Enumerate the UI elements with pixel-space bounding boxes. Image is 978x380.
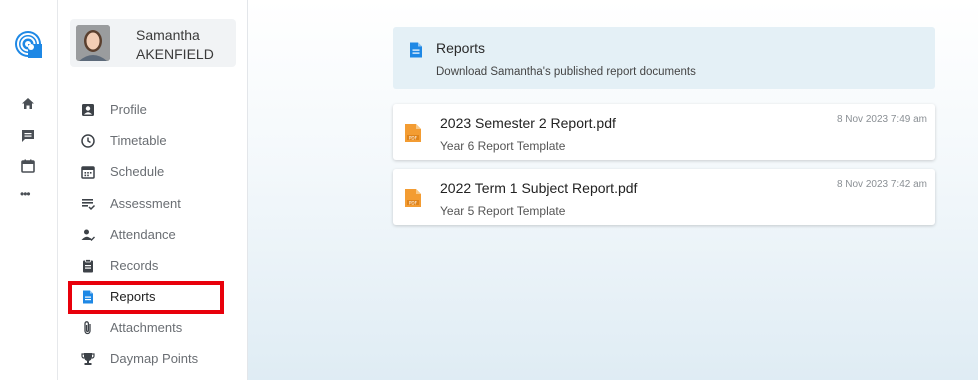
daymap-logo-icon[interactable] [14, 30, 42, 58]
more-icon[interactable]: ••• [20, 186, 36, 202]
trophy-icon [81, 353, 95, 365]
main-content: Reports Download Samantha's published re… [248, 0, 978, 380]
clipboard-icon [83, 259, 93, 273]
pdf-file-icon: PDF [405, 189, 421, 207]
home-icon[interactable] [20, 96, 36, 112]
reports-header: Reports Download Samantha's published re… [393, 27, 935, 89]
report-template-name: Year 6 Report Template [440, 139, 566, 153]
assessment-list-icon [82, 199, 96, 211]
app-rail: ••• [0, 0, 58, 380]
clock-icon [81, 134, 95, 148]
message-icon[interactable] [20, 128, 36, 144]
report-file-name[interactable]: 2023 Semester 2 Report.pdf [440, 115, 616, 131]
nav-item-records[interactable]: Records [70, 252, 230, 280]
nav-item-schedule[interactable]: Schedule [70, 158, 230, 186]
student-last-name: AKENFIELD [136, 46, 214, 62]
svg-text:PDF: PDF [409, 135, 418, 140]
page-title: Reports [436, 40, 486, 56]
nav-item-assessment[interactable]: Assessment [70, 190, 230, 218]
paperclip-icon [84, 321, 91, 335]
nav-item-label: Records [110, 258, 159, 273]
pdf-file-icon: PDF [405, 124, 421, 142]
profile-icon [82, 104, 94, 116]
svg-text:PDF: PDF [409, 200, 418, 205]
nav-item-profile[interactable]: Profile [70, 96, 230, 124]
student-card[interactable]: Samantha AKENFIELD [70, 19, 236, 67]
nav-item-daymap-points[interactable]: Daymap Points [70, 345, 230, 373]
nav-item-attendance[interactable]: Attendance [70, 221, 230, 249]
nav-item-label: Schedule [110, 164, 165, 179]
document-icon [410, 42, 422, 58]
nav-item-label: Attendance [110, 227, 176, 242]
nav-item-timetable[interactable]: Timetable [70, 127, 230, 155]
nav-item-attachments[interactable]: Attachments [70, 314, 230, 342]
report-file-name[interactable]: 2022 Term 1 Subject Report.pdf [440, 180, 637, 196]
report-template-name: Year 5 Report Template [440, 204, 566, 218]
student-panel: Samantha AKENFIELD Profile Timetable Sch… [58, 0, 248, 380]
report-document-card[interactable]: PDF 2023 Semester 2 Report.pdf Year 6 Re… [393, 104, 935, 160]
nav-item-label: Daymap Points [110, 351, 199, 366]
highlight-box [68, 281, 224, 314]
student-first-name: Samantha [136, 27, 200, 43]
calendar-grid-icon [81, 166, 95, 179]
nav-item-label: Profile [110, 102, 147, 117]
report-date: 8 Nov 2023 7:42 am [836, 179, 927, 190]
attendance-icon [81, 229, 95, 241]
nav-item-label: Attachments [110, 320, 183, 335]
nav-item-label: Timetable [110, 133, 167, 148]
page-subtitle: Download Samantha's published report doc… [436, 66, 696, 78]
report-date: 8 Nov 2023 7:49 am [836, 114, 927, 125]
nav-item-label: Assessment [110, 196, 181, 211]
report-document-card[interactable]: PDF 2022 Term 1 Subject Report.pdf Year … [393, 169, 935, 225]
avatar [76, 25, 110, 61]
calendar-icon[interactable] [20, 158, 36, 174]
